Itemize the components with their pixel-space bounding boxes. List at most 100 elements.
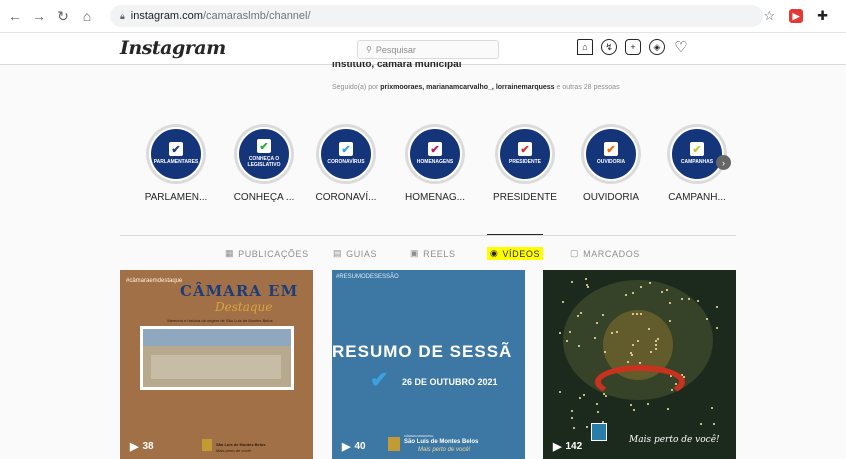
tab-reels[interactable]: ▣ REELS [410, 248, 456, 259]
light-dot [660, 290, 663, 293]
messenger-icon[interactable]: ↯ [601, 39, 617, 55]
light-dot [595, 402, 598, 405]
highlight-cover: ✔ OUVIDORIA [584, 127, 638, 181]
highlight-item[interactable]: ✔ PRESIDENTE PRESIDENTE [485, 124, 565, 203]
video-tile[interactable]: Mais perto de você! ▶ 142 [543, 270, 736, 459]
tab-publicações[interactable]: ▦ PUBLICAÇÕES [225, 248, 309, 259]
browser-toolbar: ← → ↻ ⌂ 🔒︎ instagram.com /camaraslmb/cha… [0, 0, 846, 33]
light-dot [699, 423, 702, 426]
view-count: ▶ 142 [553, 441, 583, 453]
highlight-label: CORONAVÍ... [315, 192, 377, 203]
video-title: RESUMO DE SESSÃ [332, 342, 513, 361]
chamber-seal-logo [388, 437, 400, 451]
light-dot [587, 285, 590, 288]
checkmark-icon: ✔ [428, 142, 442, 156]
light-dot [648, 327, 651, 330]
checkmark-icon: ✔ [169, 142, 183, 156]
light-dot [593, 337, 596, 340]
new-post-icon[interactable]: + [625, 39, 641, 55]
search-placeholder: Pesquisar [375, 44, 416, 55]
header-nav-icons: ⌂ ↯ + ◈ ♡ [577, 39, 689, 56]
video-footer-small: CÂMARA MUNICIPAL [404, 434, 434, 438]
tab-marcados[interactable]: ▢ MARCADOS [570, 248, 640, 259]
light-dot [631, 312, 634, 315]
browser-nav: ← → ↻ ⌂ [4, 5, 98, 27]
light-dot [597, 410, 600, 413]
forward-arrow-icon[interactable]: → [28, 5, 50, 27]
highlight-item[interactable]: ✔ OUVIDORIA OUVIDORIA [571, 124, 651, 203]
explore-icon[interactable]: ◈ [649, 39, 665, 55]
followed-by-text[interactable]: Seguido(a) por prixmooraes, marianamcarv… [332, 84, 620, 91]
light-dot [559, 391, 562, 394]
highlight-ring: ✔ HOMENAGENS [405, 124, 465, 184]
video-tile[interactable]: #câmaraemdestaque CÂMARA EM Destaque Mem… [120, 270, 313, 459]
play-icon: ▶ [342, 441, 351, 453]
highlight-cover: ✔ CORONAVÍRUS [319, 127, 373, 181]
tab-guias[interactable]: ▤ GUIAS [333, 248, 377, 259]
highlight-cover-text: PRESIDENTE [509, 159, 541, 165]
light-dot [577, 314, 580, 317]
url-host: instagram.com [130, 10, 203, 22]
bookmark-star-icon[interactable]: ☆ [763, 8, 775, 24]
heart-icon[interactable]: ♡ [673, 39, 689, 56]
highlight-cover-text: OUVIDORIA [596, 159, 626, 165]
play-icon: ▶ [130, 441, 139, 453]
tab-label: REELS [423, 248, 456, 259]
tab-label: GUIAS [346, 248, 378, 259]
light-dot [666, 408, 669, 411]
light-dot [715, 326, 718, 329]
lock-icon: 🔒︎ [120, 10, 125, 21]
tab-vídeos[interactable]: ◉ VÍDEOS [487, 247, 544, 260]
light-dot [577, 344, 580, 347]
checkmark-icon: ✔ [339, 142, 353, 156]
highlight-item[interactable]: ✔ HOMENAGENS HOMENAG... [395, 124, 475, 203]
guide-icon: ▤ [333, 248, 343, 258]
light-dot [572, 426, 575, 429]
chamber-seal-logo [591, 423, 607, 441]
highlights-next-icon[interactable]: › [716, 155, 731, 170]
light-dot [630, 403, 633, 406]
back-arrow-icon[interactable]: ← [4, 5, 26, 27]
video-tile[interactable]: #RESUMODESESSÃO RESUMO DE SESSÃ ✔ 26 DE … [332, 270, 525, 459]
url-path: /camaraslmb/channel/ [202, 10, 311, 22]
highlight-cover: ✔ CAMPANHAS [670, 127, 724, 181]
instagram-logo[interactable]: Instagram [120, 37, 226, 59]
view-count: ▶ 40 [342, 441, 366, 453]
extension-video-icon[interactable]: ▶ [789, 9, 804, 23]
search-input[interactable]: ⚲ Pesquisar [357, 40, 499, 59]
profile-bio-cut: instituto, câmara municipal [332, 62, 462, 69]
highlight-cover-text: HOMENAGENS [416, 159, 454, 165]
light-dot [562, 301, 565, 304]
light-dot [639, 285, 642, 288]
extensions-puzzle-icon[interactable]: ✚ [817, 8, 828, 24]
reels-icon: ▣ [410, 248, 420, 258]
tab-label: PUBLICAÇÕES [238, 248, 309, 259]
highlight-ring: ✔ PRESIDENTE [495, 124, 555, 184]
light-dot [586, 425, 589, 428]
home-icon[interactable]: ⌂ [76, 5, 98, 27]
light-dot [715, 306, 718, 309]
home-icon[interactable]: ⌂ [577, 39, 593, 55]
light-dot [559, 331, 562, 334]
address-bar[interactable]: 🔒︎ instagram.com /camaraslmb/channel/ [110, 5, 764, 27]
chamber-seal-logo [202, 439, 212, 451]
highlight-ring: ✔ OUVIDORIA [581, 124, 641, 184]
reload-icon[interactable]: ↻ [52, 5, 74, 27]
highlight-item[interactable]: ✔ PARLAMENTARES PARLAMEN... [136, 124, 216, 203]
highlight-label: PRESIDENTE [493, 192, 557, 203]
highlight-label: PARLAMEN... [144, 192, 208, 203]
highlight-ring: ✔ CORONAVÍRUS [316, 124, 376, 184]
video-tag: #câmaraemdestaque [126, 278, 183, 284]
video-tag: #RESUMODESESSÃO [336, 274, 399, 280]
light-dot [697, 299, 700, 302]
video-footer-slogan: Mais perto de você! [629, 435, 720, 445]
tab-active-indicator [487, 234, 543, 235]
tab-label: MARCADOS [583, 248, 640, 259]
highlight-cover: ✔ PARLAMENTARES [149, 127, 203, 181]
checkmark-icon: ✔ [518, 142, 532, 156]
highlight-item[interactable]: ✔ CORONAVÍRUS CORONAVÍ... [306, 124, 386, 203]
highlight-cover-text: CAMPANHAS [680, 159, 714, 165]
highlight-label: OUVIDORIA [582, 192, 640, 203]
highlight-item[interactable]: ✔ CONHEÇA O LEGISLATIVO CONHEÇA ... [224, 124, 304, 203]
light-dot [571, 281, 574, 284]
